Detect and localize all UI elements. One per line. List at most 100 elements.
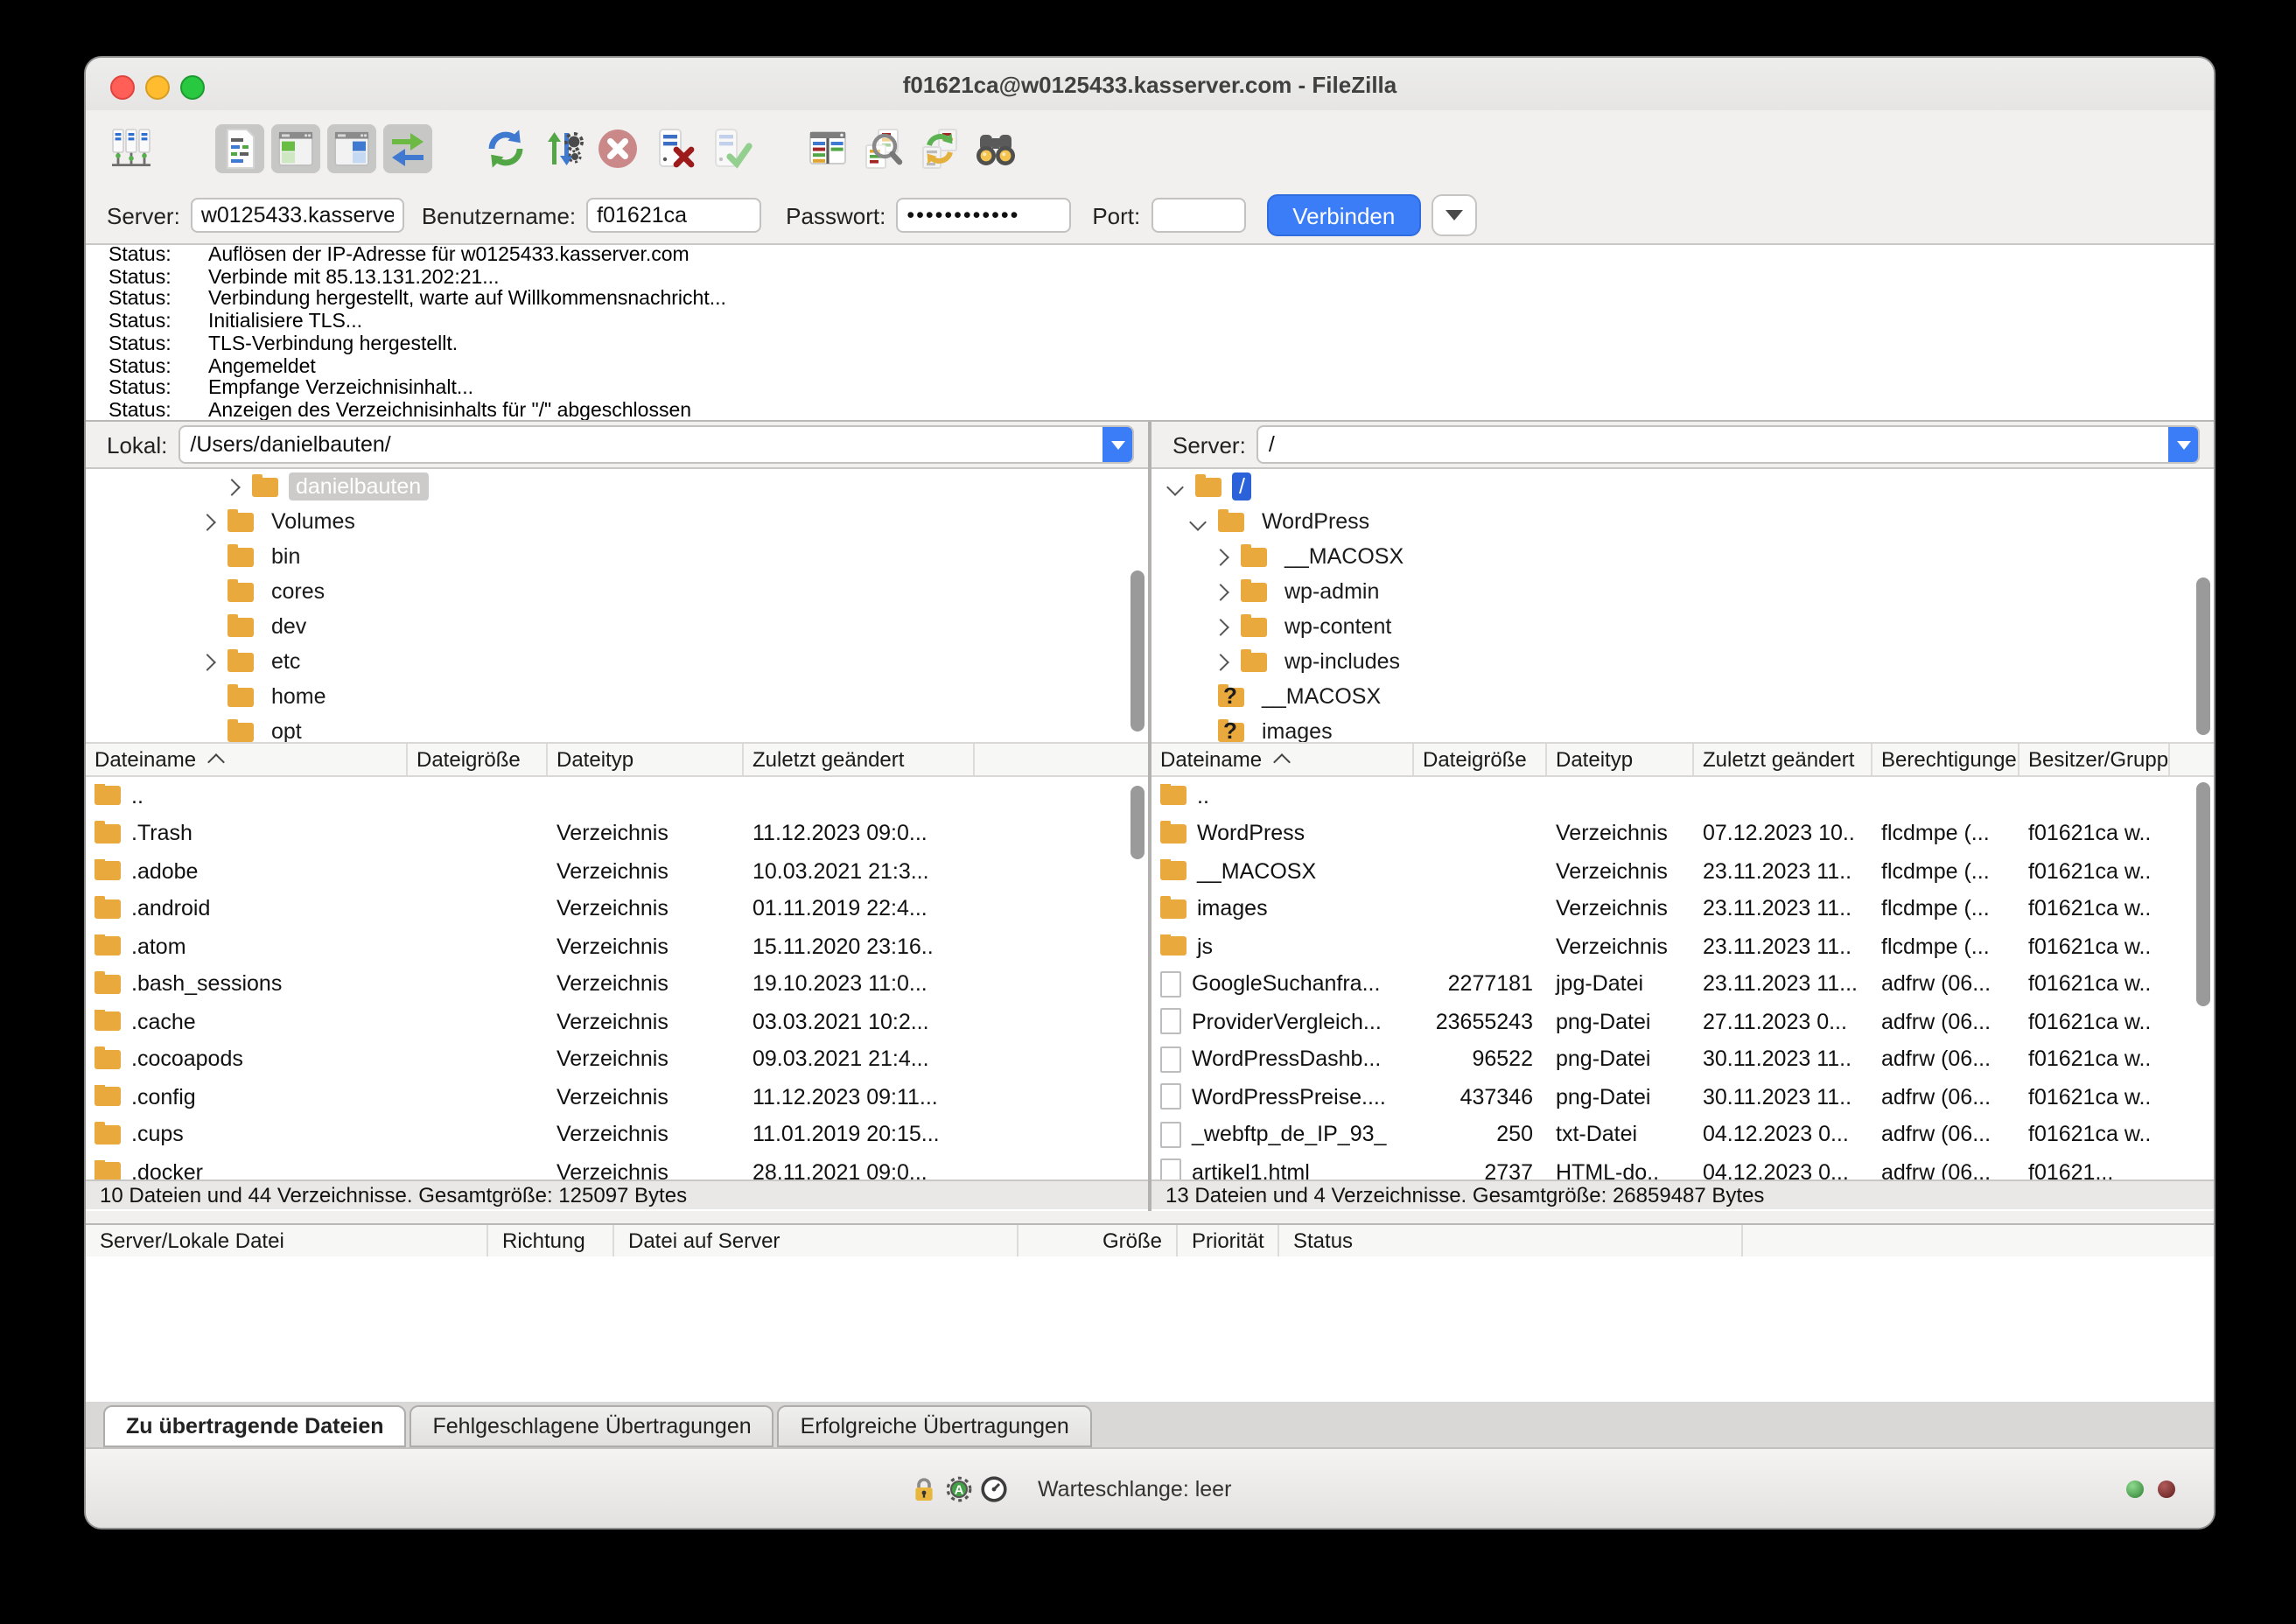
column-header-size[interactable]: Dateigröße bbox=[408, 744, 548, 775]
remote-tree-scrollbar[interactable] bbox=[2196, 578, 2210, 735]
file-row[interactable]: js Verzeichnis 23.11.2023 11.. flcdmpe (… bbox=[1152, 928, 2214, 965]
column-header-type[interactable]: Dateityp bbox=[1547, 744, 1694, 775]
transfer-queue-toggle-icon[interactable] bbox=[383, 124, 432, 173]
local-tree-scrollbar[interactable] bbox=[1130, 570, 1144, 732]
process-queue-icon[interactable] bbox=[537, 124, 586, 173]
tree-item[interactable]: __MACOSX bbox=[1152, 539, 2214, 574]
tree-item[interactable]: Volumes bbox=[86, 504, 1148, 539]
remote-path-combobox[interactable]: / bbox=[1256, 425, 2200, 464]
refresh-icon[interactable] bbox=[481, 124, 530, 173]
queue-tab[interactable]: Erfolgreiche Übertragungen bbox=[777, 1405, 1092, 1447]
file-row[interactable]: .. bbox=[86, 777, 1148, 815]
file-row[interactable]: .atom Verzeichnis 15.11.2020 23:16.. bbox=[86, 928, 1148, 965]
remote-directory-tree[interactable]: / WordPress __MACOSX wp-admin wp-content… bbox=[1152, 469, 2214, 742]
queue-tab[interactable]: Fehlgeschlagene Übertragungen bbox=[410, 1405, 774, 1447]
reconnect-icon[interactable] bbox=[705, 124, 754, 173]
expand-chevron-icon[interactable] bbox=[1212, 583, 1229, 600]
message-log-toggle-icon[interactable] bbox=[215, 124, 264, 173]
message-log[interactable]: Status: Auflösen der IP-Adresse für w012… bbox=[86, 245, 2214, 422]
tree-item[interactable]: etc bbox=[86, 644, 1148, 679]
queue-column-status[interactable]: Status bbox=[1279, 1225, 1743, 1256]
remote-list-scrollbar[interactable] bbox=[2196, 782, 2210, 1006]
cancel-operation-icon[interactable] bbox=[593, 124, 642, 173]
file-row[interactable]: WordPressDashb... 96522 png-Datei 30.11.… bbox=[1152, 1040, 2214, 1078]
file-row[interactable]: __MACOSX Verzeichnis 23.11.2023 11.. flc… bbox=[1152, 852, 2214, 890]
column-header-type[interactable]: Dateityp bbox=[548, 744, 744, 775]
column-header-name[interactable]: Dateiname bbox=[1152, 744, 1414, 775]
column-header-size[interactable]: Dateigröße bbox=[1414, 744, 1547, 775]
remote-path-dropdown-button[interactable] bbox=[2168, 427, 2198, 462]
expand-chevron-icon[interactable] bbox=[1166, 478, 1184, 495]
expand-chevron-icon[interactable] bbox=[1189, 513, 1207, 530]
gear-auto-icon[interactable]: A bbox=[943, 1474, 973, 1504]
file-row[interactable]: .cups Verzeichnis 11.01.2019 20:15... bbox=[86, 1116, 1148, 1153]
queue-column-size[interactable]: Größe bbox=[1018, 1225, 1178, 1256]
file-row[interactable]: artikel1.html 2737 HTML-do.. 04.12.2023 … bbox=[1152, 1153, 2214, 1180]
expand-chevron-icon[interactable] bbox=[199, 653, 216, 670]
file-row[interactable]: .docker Verzeichnis 28.11.2021 09:0... bbox=[86, 1153, 1148, 1180]
directory-comparison-icon[interactable] bbox=[915, 124, 964, 173]
tree-item[interactable]: / bbox=[1152, 469, 2214, 504]
expand-chevron-icon[interactable] bbox=[1212, 653, 1229, 670]
tree-item[interactable]: opt bbox=[86, 714, 1148, 742]
column-header-owner[interactable]: Besitzer/Grupp bbox=[2020, 744, 2170, 775]
tree-item[interactable]: wp-admin bbox=[1152, 574, 2214, 609]
file-row[interactable]: .adobe Verzeichnis 10.03.2021 21:3... bbox=[86, 852, 1148, 890]
expand-chevron-icon[interactable] bbox=[199, 513, 216, 530]
tree-item[interactable]: WordPress bbox=[1152, 504, 2214, 539]
file-row[interactable]: WordPressPreise.... 437346 png-Datei 30.… bbox=[1152, 1078, 2214, 1116]
tree-item[interactable]: home bbox=[86, 679, 1148, 714]
tree-item[interactable]: __MACOSX bbox=[1152, 679, 2214, 714]
server-input[interactable] bbox=[190, 198, 404, 233]
column-header-name[interactable]: Dateiname bbox=[86, 744, 408, 775]
file-row[interactable]: .config Verzeichnis 11.12.2023 09:11... bbox=[86, 1078, 1148, 1116]
disconnect-icon[interactable] bbox=[649, 124, 698, 173]
file-row[interactable]: .cocoapods Verzeichnis 09.03.2021 21:4..… bbox=[86, 1040, 1148, 1078]
file-row[interactable]: _webftp_de_IP_93_ 250 txt-Datei 04.12.20… bbox=[1152, 1116, 2214, 1153]
filename-filters-icon[interactable] bbox=[859, 124, 908, 173]
file-row[interactable]: GoogleSuchanfra... 2277181 jpg-Datei 23.… bbox=[1152, 965, 2214, 1003]
site-manager-icon[interactable] bbox=[107, 124, 156, 173]
queue-column-direction[interactable]: Richtung bbox=[488, 1225, 614, 1256]
tree-item[interactable]: wp-includes bbox=[1152, 644, 2214, 679]
expand-chevron-icon[interactable] bbox=[223, 478, 241, 495]
column-header-modified[interactable]: Zuletzt geändert bbox=[1694, 744, 1872, 775]
lock-icon[interactable] bbox=[908, 1474, 938, 1504]
queue-column-file[interactable]: Server/Lokale Datei bbox=[86, 1225, 488, 1256]
local-list-scrollbar[interactable] bbox=[1130, 786, 1144, 859]
expand-chevron-icon[interactable] bbox=[1212, 618, 1229, 635]
quickconnect-dropdown-button[interactable] bbox=[1432, 194, 1478, 236]
file-row[interactable]: ProviderVergleich... 23655243 png-Datei … bbox=[1152, 1003, 2214, 1040]
file-row[interactable]: WordPress Verzeichnis 07.12.2023 10.. fl… bbox=[1152, 815, 2214, 852]
local-path-dropdown-button[interactable] bbox=[1102, 427, 1132, 462]
password-input[interactable] bbox=[896, 198, 1072, 233]
synchronized-browsing-icon[interactable] bbox=[971, 124, 1020, 173]
connect-button[interactable]: Verbinden bbox=[1266, 194, 1422, 236]
speed-limit-gauge-icon[interactable] bbox=[978, 1474, 1008, 1504]
file-row[interactable]: .Trash Verzeichnis 11.12.2023 09:0... bbox=[86, 815, 1148, 852]
expand-chevron-icon[interactable] bbox=[1212, 548, 1229, 565]
tree-item[interactable]: images bbox=[1152, 714, 2214, 742]
local-tree-toggle-icon[interactable] bbox=[271, 124, 320, 173]
username-input[interactable] bbox=[586, 198, 762, 233]
remote-file-list[interactable]: .. WordPress Verzeichnis 07.12.2023 10..… bbox=[1152, 777, 2214, 1180]
tree-item[interactable]: danielbauten bbox=[86, 469, 1148, 504]
queue-tab[interactable]: Zu übertragende Dateien bbox=[103, 1405, 407, 1447]
queue-column-priority[interactable]: Priorität bbox=[1178, 1225, 1279, 1256]
file-row[interactable]: images Verzeichnis 23.11.2023 11.. flcdm… bbox=[1152, 890, 2214, 928]
directory-listing-icon[interactable] bbox=[803, 124, 852, 173]
column-header-modified[interactable]: Zuletzt geändert bbox=[744, 744, 975, 775]
tree-item[interactable]: cores bbox=[86, 574, 1148, 609]
file-row[interactable]: .. bbox=[1152, 777, 2214, 815]
local-path-combobox[interactable]: /Users/danielbauten/ bbox=[178, 425, 1134, 464]
remote-tree-toggle-icon[interactable] bbox=[327, 124, 376, 173]
tree-item[interactable]: wp-content bbox=[1152, 609, 2214, 644]
column-header-permissions[interactable]: Berechtigunge bbox=[1872, 744, 2020, 775]
queue-column-remote-file[interactable]: Datei auf Server bbox=[614, 1225, 1018, 1256]
tree-item[interactable]: bin bbox=[86, 539, 1148, 574]
file-row[interactable]: .bash_sessions Verzeichnis 19.10.2023 11… bbox=[86, 965, 1148, 1003]
local-directory-tree[interactable]: danielbauten Volumes bin cores dev etc h… bbox=[86, 469, 1148, 742]
port-input[interactable] bbox=[1151, 198, 1246, 233]
file-row[interactable]: .android Verzeichnis 01.11.2019 22:4... bbox=[86, 890, 1148, 928]
local-file-list[interactable]: .. .Trash Verzeichnis 11.12.2023 09:0... bbox=[86, 777, 1148, 1180]
